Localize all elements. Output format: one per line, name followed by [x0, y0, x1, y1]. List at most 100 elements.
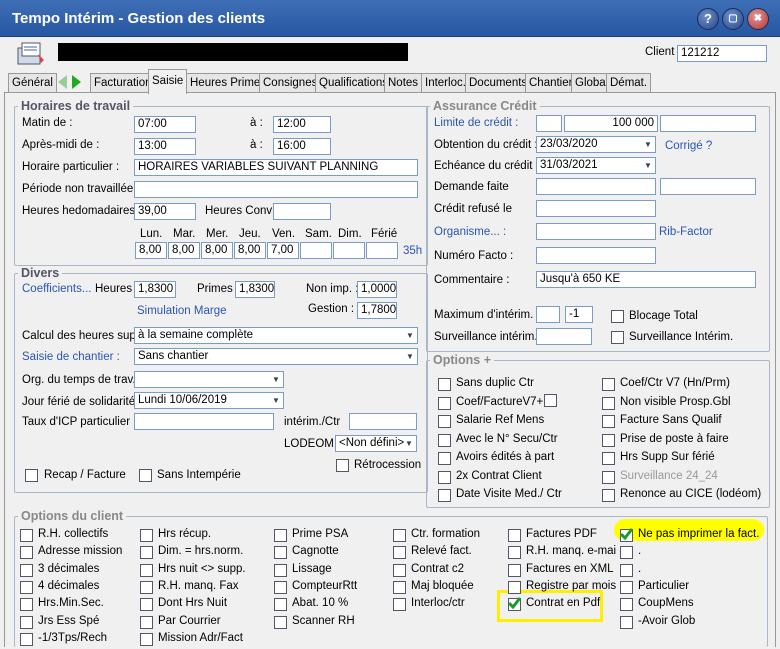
client-option-c6-3-checkbox[interactable] [620, 580, 633, 594]
client-option-c5-1-checkbox[interactable] [508, 546, 521, 560]
am-to-field[interactable]: 16:00 [273, 138, 331, 155]
am-from-field[interactable]: 13:00 [134, 138, 196, 155]
organisme-link[interactable]: Organisme... : [434, 226, 506, 238]
day-field-jeu[interactable]: 8,00 [234, 242, 266, 259]
client-option-c6-5-checkbox[interactable] [620, 615, 633, 629]
calc-select[interactable]: à la semaine complète ▼ [134, 327, 418, 344]
client-option-c2-2-checkbox[interactable] [140, 563, 153, 577]
limite-credit-extra-field[interactable] [660, 115, 756, 132]
day-field-lun[interactable]: 8,00 [135, 242, 167, 259]
tab-saisie[interactable]: Saisie [148, 69, 188, 94]
recap-facture-checkbox[interactable] [25, 469, 38, 482]
client-option-c2-0-checkbox[interactable] [140, 529, 153, 542]
blocage-checkbox[interactable] [611, 310, 624, 323]
client-option-c6-2-checkbox[interactable] [620, 563, 633, 577]
tab-documents[interactable]: Documents [465, 73, 532, 92]
jour-ferie-select[interactable]: Lundi 10/06/2019 ▼ [134, 392, 284, 409]
obtention-date[interactable]: 23/03/2020 ▼ [536, 136, 656, 153]
client-option-c3-0-checkbox[interactable] [274, 529, 287, 542]
day-field-mer[interactable]: 8,00 [201, 242, 233, 259]
simulation-marge-link[interactable]: Simulation Marge [137, 305, 226, 317]
client-option-c4-3-checkbox[interactable] [393, 580, 406, 594]
matin-to-field[interactable]: 12:00 [273, 116, 331, 133]
corrige-link[interactable]: Corrigé ? [665, 140, 712, 152]
refuse-field[interactable] [536, 200, 656, 217]
interim-ctr-field[interactable] [349, 413, 417, 430]
sans-intemperie-checkbox[interactable] [139, 469, 152, 482]
echeance-date[interactable]: 31/03/2021 ▼ [536, 157, 656, 174]
rib-factor-link[interactable]: Rib-Factor [659, 226, 713, 238]
client-option-c1-0-checkbox[interactable] [20, 529, 33, 542]
close-button[interactable]: ✖ [747, 8, 769, 30]
client-option-c3-4-checkbox[interactable] [274, 598, 287, 612]
maxint-code-field[interactable] [536, 306, 560, 323]
client-option-c1-1-checkbox[interactable] [20, 546, 33, 560]
option-plus-left-5-checkbox[interactable] [438, 470, 451, 484]
heures-field[interactable]: 1,8300 [134, 281, 176, 298]
organisme-field[interactable] [536, 223, 656, 240]
client-option-c1-4-checkbox[interactable] [20, 598, 33, 612]
option-plus-right-2-checkbox[interactable] [602, 415, 615, 428]
option-plus-right-6-checkbox[interactable] [602, 489, 615, 502]
option-plus-left-0-checkbox[interactable] [438, 378, 451, 391]
option-plus-left-3-checkbox[interactable] [438, 433, 451, 447]
maxint-field[interactable]: -1 [565, 306, 593, 323]
tab-facturation[interactable]: Facturation [90, 73, 156, 92]
coefficients-link[interactable]: Coefficients... [22, 283, 91, 295]
client-number-field[interactable]: 121212 [677, 45, 767, 62]
client-option-c6-4-checkbox[interactable] [620, 598, 633, 612]
client-option-c6-0-checkbox[interactable] [620, 528, 633, 542]
tab-demat[interactable]: Démat. [606, 73, 652, 92]
tab-interloc[interactable]: Interloc. [421, 73, 470, 92]
client-option-c3-2-checkbox[interactable] [274, 563, 287, 577]
demande-extra-field[interactable] [660, 178, 756, 195]
commentaire-field[interactable]: Jusqu'à 650 KE [536, 271, 756, 288]
client-option-c4-0-checkbox[interactable] [393, 529, 406, 542]
nonimp-field[interactable]: 1,0000 [357, 281, 397, 298]
lodeom-select[interactable]: <Non défini> ▼ [335, 435, 417, 452]
client-option-c2-6-checkbox[interactable] [140, 632, 153, 646]
periode-field[interactable] [134, 181, 418, 198]
client-option-c2-1-checkbox[interactable] [140, 546, 153, 560]
client-option-c5-4-checkbox[interactable] [508, 597, 521, 612]
client-option-c5-2-checkbox[interactable] [508, 563, 521, 577]
day-field-sam[interactable] [300, 242, 332, 259]
survint-checkbox[interactable] [611, 331, 624, 344]
client-option-c2-3-checkbox[interactable] [140, 580, 153, 594]
help-button[interactable]: ? [697, 8, 719, 30]
option-plus-right-0-checkbox[interactable] [602, 378, 615, 391]
taux-icp-field[interactable] [134, 413, 274, 430]
tab-general[interactable]: Général [8, 73, 57, 92]
day-field-ferie[interactable] [366, 242, 398, 259]
limite-credit-link[interactable]: Limite de crédit : [434, 117, 518, 129]
facto-field[interactable] [536, 247, 656, 264]
client-option-c3-1-checkbox[interactable] [274, 546, 287, 560]
tab-nav-arrows[interactable] [55, 73, 85, 91]
retrocession-checkbox[interactable] [336, 459, 349, 472]
client-option-c3-5-checkbox[interactable] [274, 615, 287, 629]
option-plus-left-6-checkbox[interactable] [438, 489, 451, 502]
option-plus-right-1-checkbox[interactable] [602, 396, 615, 410]
primes-field[interactable]: 1,8300 [235, 281, 275, 298]
option-plus-right-5-checkbox[interactable] [602, 470, 615, 484]
demande-field[interactable] [536, 178, 656, 195]
option-plus-left-4-checkbox[interactable] [438, 452, 451, 465]
tab-consignes[interactable]: Consignes [259, 73, 322, 92]
heures-hebdo-field[interactable]: 39,00 [134, 203, 196, 220]
matin-from-field[interactable]: 07:00 [134, 116, 196, 133]
org-select[interactable]: ▼ [134, 371, 284, 388]
heures-conv-field[interactable] [273, 203, 331, 220]
limite-credit-code-field[interactable] [536, 115, 562, 132]
client-option-c5-0-checkbox[interactable] [508, 529, 521, 542]
gestion-field[interactable]: 1,7800 [357, 302, 397, 319]
client-option-c1-2-checkbox[interactable] [20, 563, 33, 577]
day-field-dim[interactable] [333, 242, 365, 259]
option-plus-right-3-checkbox[interactable] [602, 433, 615, 447]
day-field-ven[interactable]: 7,00 [267, 242, 299, 259]
horaire-particulier-field[interactable]: HORAIRES VARIABLES SUIVANT PLANNING [134, 159, 418, 176]
saisie-chantier-select[interactable]: Sans chantier ▼ [134, 348, 418, 365]
client-option-c3-3-checkbox[interactable] [274, 580, 287, 594]
maximize-button[interactable]: ▢ [722, 8, 744, 30]
client-option-c4-1-checkbox[interactable] [393, 546, 406, 560]
client-option-c1-6-checkbox[interactable] [20, 632, 33, 646]
